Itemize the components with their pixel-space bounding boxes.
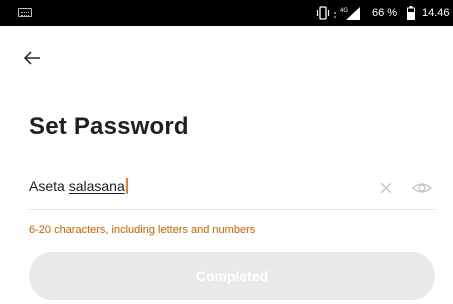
completed-button[interactable]: Completed: [29, 252, 435, 300]
clock: 14.46: [422, 7, 450, 19]
battery-percent: 66 %: [372, 7, 398, 19]
eye-icon[interactable]: [412, 179, 432, 197]
page-title: Set Password: [29, 113, 189, 140]
vibrate-icon: [316, 6, 330, 20]
back-button[interactable]: [20, 46, 44, 70]
password-input[interactable]: Aseta salasana: [29, 178, 128, 194]
password-value-word: salasana: [68, 178, 125, 194]
close-icon[interactable]: [378, 180, 394, 196]
password-value-prefix: Aseta: [29, 178, 69, 194]
signal-icon: 4G: [334, 7, 360, 20]
password-hint: 6-20 characters, including letters and n…: [29, 224, 256, 236]
battery-icon: [407, 6, 415, 20]
keyboard-icon: [18, 8, 32, 17]
arrow-left-icon: [23, 51, 40, 65]
network-type-label: 4G: [340, 8, 348, 14]
text-caret: [125, 178, 128, 194]
status-bar: 4G 66 % 14.46: [0, 0, 453, 26]
password-field[interactable]: Aseta salasana: [29, 172, 435, 210]
